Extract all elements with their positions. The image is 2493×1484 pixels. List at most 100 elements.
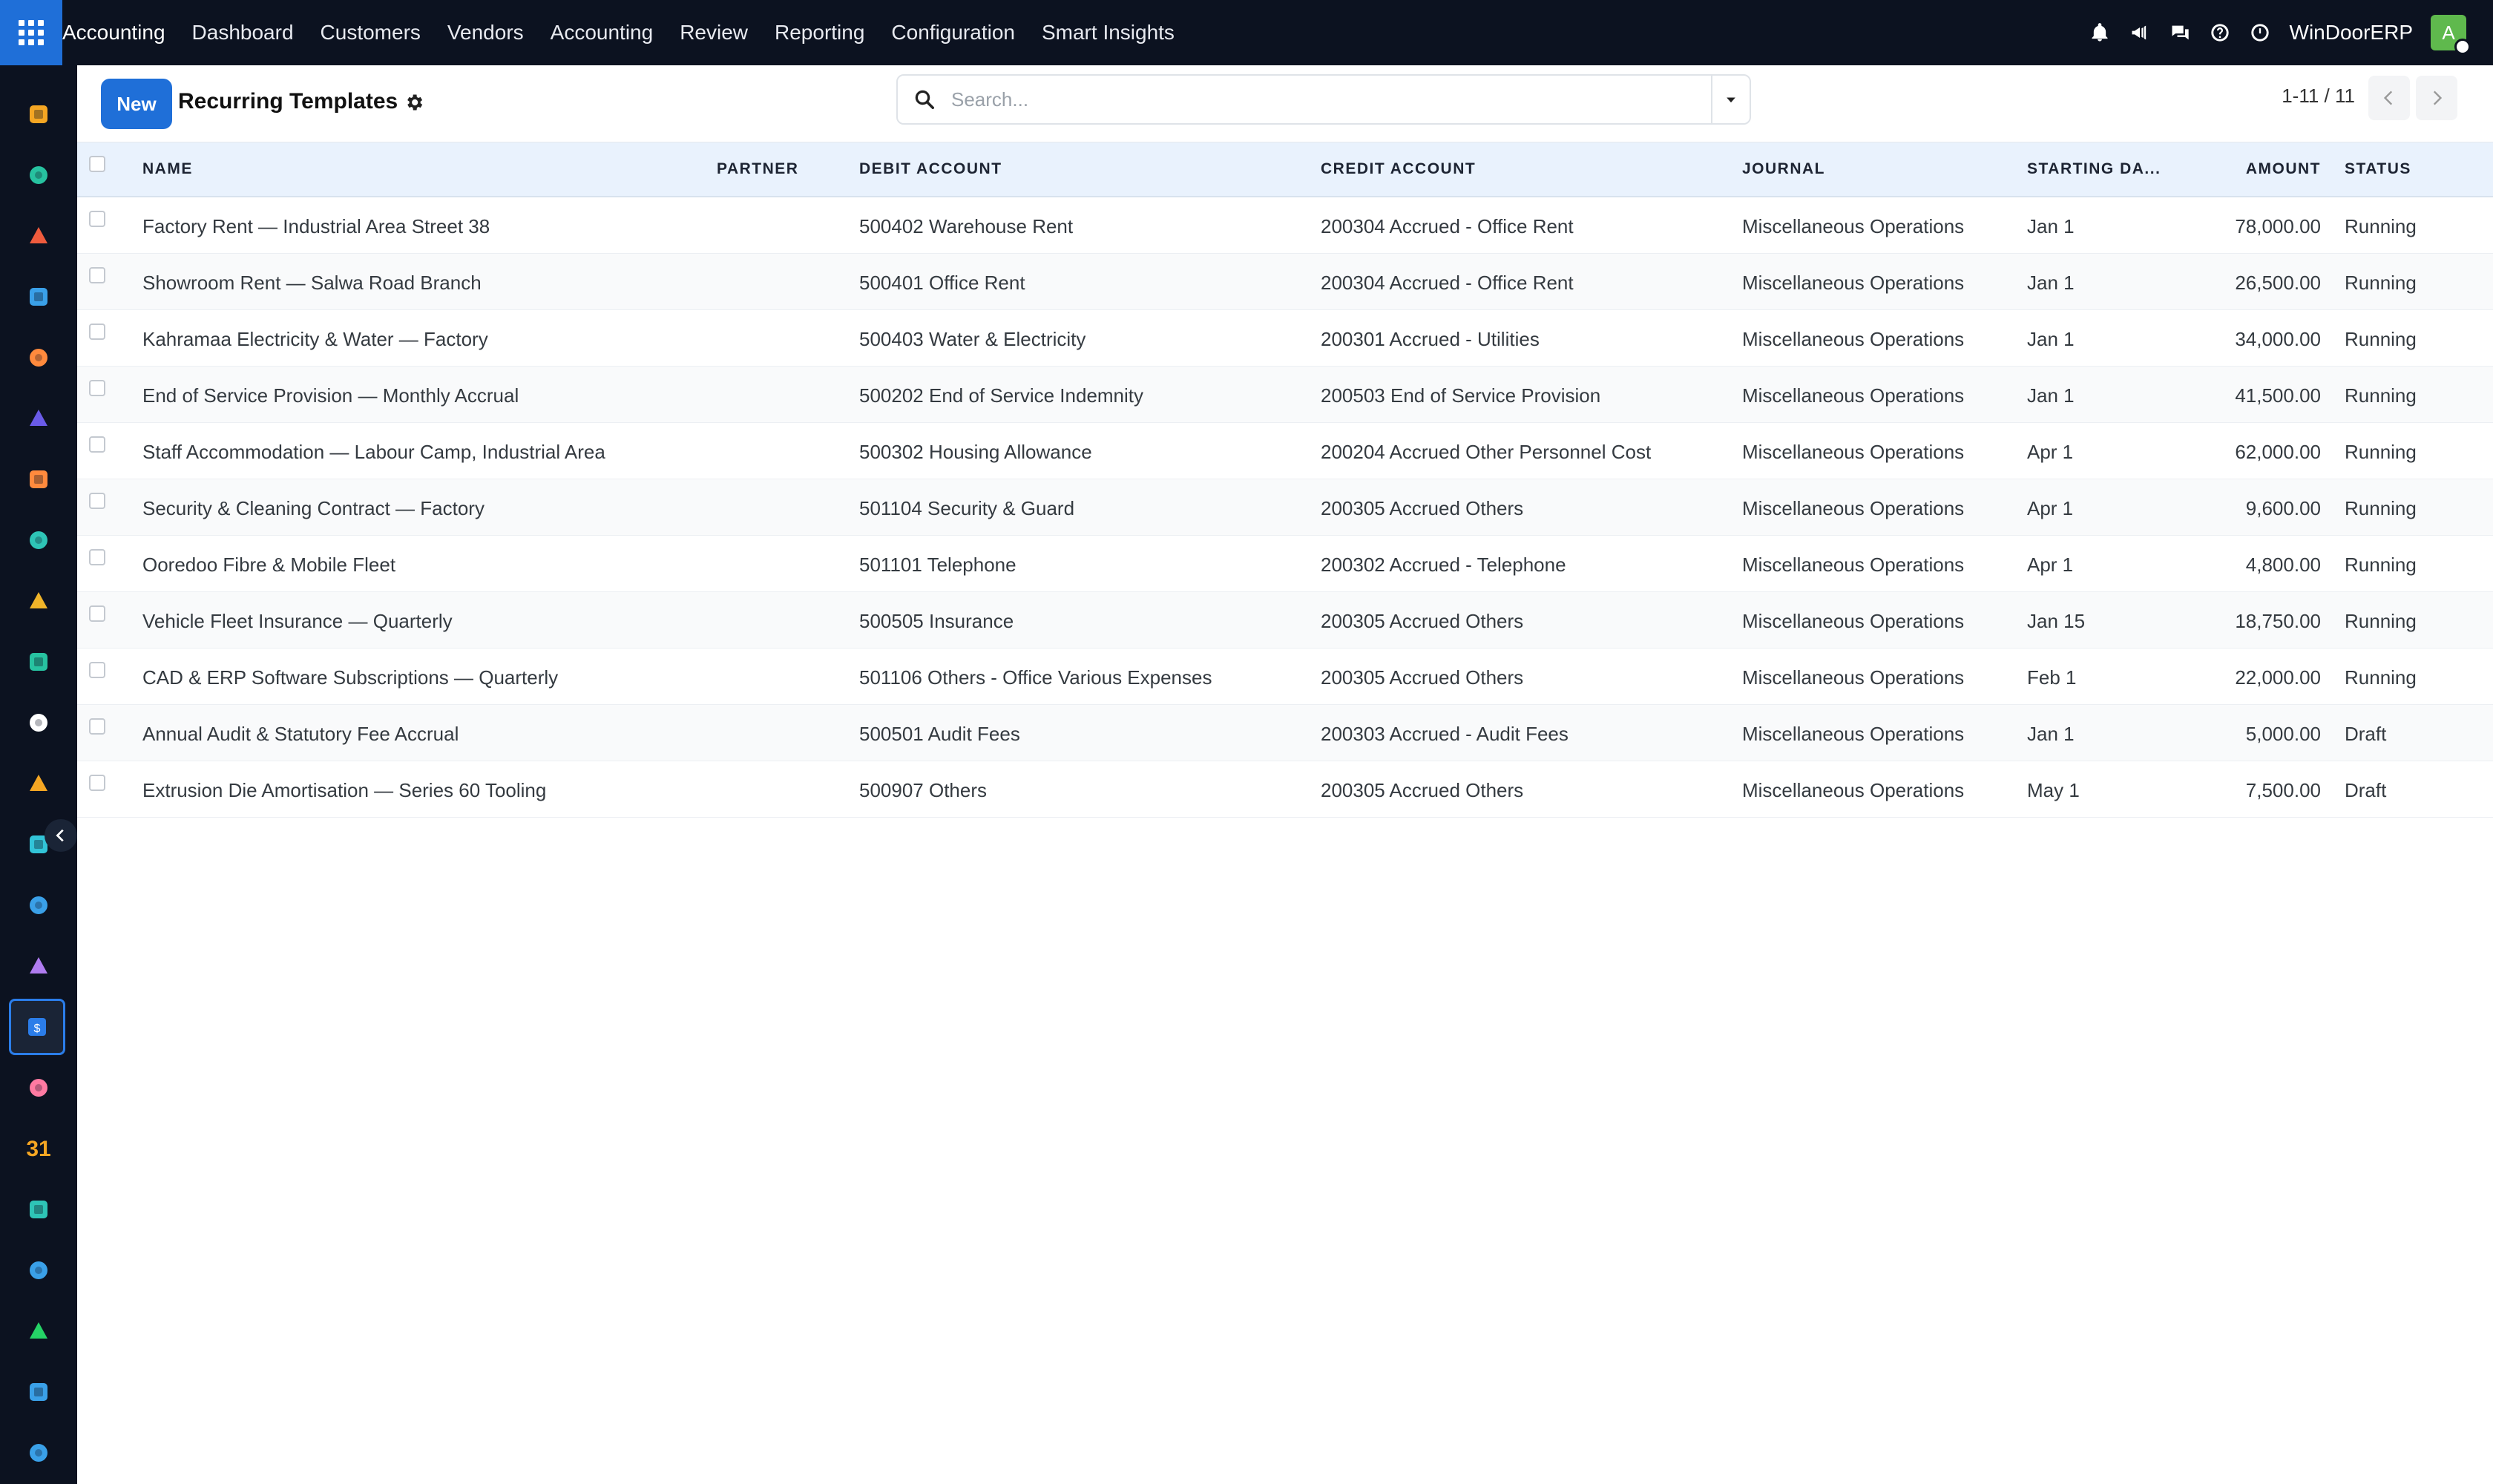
- megaphone-icon[interactable]: [2129, 22, 2150, 43]
- cell-credit: 200305 Accrued Others: [1321, 779, 1524, 801]
- calendar-icon[interactable]: 31: [19, 1129, 58, 1168]
- bar-icon[interactable]: [19, 582, 58, 620]
- pie-icon[interactable]: [19, 278, 58, 316]
- row-checkbox[interactable]: [89, 211, 105, 227]
- sync-icon[interactable]: [19, 1434, 58, 1472]
- cell-name: Vehicle Fleet Insurance — Quarterly: [142, 610, 453, 632]
- table-row[interactable]: Vehicle Fleet Insurance — Quarterly 50050…: [77, 592, 2493, 649]
- company-name[interactable]: WinDoorERP: [2290, 21, 2413, 45]
- col-starting-date[interactable]: Starting Da...: [2027, 160, 2161, 178]
- cell-amount: 26,500.00: [2235, 272, 2321, 294]
- cell-status: Running: [2345, 554, 2417, 576]
- cell-credit: 200305 Accrued Others: [1321, 610, 1524, 632]
- cell-credit: 200305 Accrued Others: [1321, 666, 1524, 689]
- menu-accounting[interactable]: Accounting: [551, 21, 654, 45]
- accounting-icon[interactable]: $: [9, 999, 65, 1055]
- table-row[interactable]: Annual Audit & Statutory Fee Accrual 5005…: [77, 705, 2493, 761]
- cell-status: Running: [2345, 215, 2417, 237]
- col-status[interactable]: Status: [2345, 160, 2411, 178]
- sidebar-collapse-button[interactable]: [45, 819, 77, 852]
- box-icon[interactable]: [19, 703, 58, 742]
- contacts-icon[interactable]: [19, 643, 58, 681]
- col-credit-account[interactable]: Credit Account: [1321, 160, 1476, 178]
- row-checkbox[interactable]: [89, 662, 105, 678]
- menu-customers[interactable]: Customers: [321, 21, 421, 45]
- table-row[interactable]: Showroom Rent — Salwa Road Branch 500401 …: [77, 254, 2493, 310]
- search-icon[interactable]: [898, 88, 951, 111]
- row-checkbox[interactable]: [89, 549, 105, 565]
- row-checkbox[interactable]: [89, 493, 105, 509]
- contacts-icon[interactable]: [19, 156, 58, 194]
- table-row[interactable]: Staff Accommodation — Labour Camp, Indus…: [77, 423, 2493, 479]
- menu-configuration[interactable]: Configuration: [891, 21, 1015, 45]
- clock-icon[interactable]: [19, 1373, 58, 1411]
- col-amount[interactable]: Amount: [2155, 160, 2321, 178]
- pager-value[interactable]: 1-11 / 11: [2282, 85, 2355, 108]
- bell-icon[interactable]: [2089, 22, 2110, 43]
- table-row[interactable]: Factory Rent — Industrial Area Street 38…: [77, 197, 2493, 254]
- menu-review[interactable]: Review: [680, 21, 748, 45]
- next-page-button[interactable]: [2416, 76, 2457, 120]
- cell-start: Apr 1: [2027, 554, 2074, 576]
- menu-smart-insights[interactable]: Smart Insights: [1042, 21, 1175, 45]
- avatar[interactable]: A: [2431, 15, 2471, 55]
- gear-icon[interactable]: [404, 92, 424, 113]
- mail-icon[interactable]: [19, 399, 58, 438]
- search-input[interactable]: [951, 88, 1711, 111]
- table-row[interactable]: Ooredoo Fibre & Mobile Fleet 501101 Telep…: [77, 536, 2493, 592]
- cell-journal: Miscellaneous Operations: [1742, 497, 1965, 519]
- chevron-left-icon: [56, 829, 64, 842]
- team-icon[interactable]: [19, 1068, 58, 1107]
- row-checkbox[interactable]: [89, 324, 105, 340]
- app-icon-1[interactable]: [19, 95, 58, 134]
- col-journal[interactable]: Journal: [1742, 160, 1825, 178]
- menu-reporting[interactable]: Reporting: [775, 21, 864, 45]
- cell-name: Annual Audit & Statutory Fee Accrual: [142, 723, 459, 745]
- cell-status: Running: [2345, 441, 2417, 463]
- whatsapp-icon[interactable]: [19, 1312, 58, 1350]
- table-row[interactable]: Extrusion Die Amortisation — Series 60 T…: [77, 761, 2493, 818]
- row-checkbox[interactable]: [89, 267, 105, 283]
- avatar-letter: A: [2442, 21, 2455, 44]
- new-button[interactable]: New: [101, 79, 172, 129]
- cell-credit: 200304 Accrued - Office Rent: [1321, 215, 1574, 237]
- app-brand[interactable]: Accounting: [62, 21, 165, 45]
- col-name[interactable]: Name: [142, 160, 193, 178]
- row-checkbox[interactable]: [89, 718, 105, 735]
- book-icon[interactable]: [19, 886, 58, 925]
- cell-debit: 500402 Warehouse Rent: [859, 215, 1074, 237]
- inventory-icon[interactable]: [19, 947, 58, 985]
- select-all-checkbox[interactable]: [89, 156, 105, 172]
- menu-vendors[interactable]: Vendors: [447, 21, 524, 45]
- chat-icon[interactable]: [19, 338, 58, 377]
- vendor-icon[interactable]: [19, 521, 58, 559]
- chevron-right-icon: [2433, 91, 2443, 105]
- cell-start: Jan 1: [2027, 328, 2075, 350]
- col-debit-account[interactable]: Debit Account: [859, 160, 1002, 178]
- row-checkbox[interactable]: [89, 436, 105, 453]
- app-sidebar: $31: [0, 65, 77, 1484]
- cell-debit: 500501 Audit Fees: [859, 723, 1020, 745]
- help-icon[interactable]: [2210, 22, 2230, 43]
- menu-dashboard[interactable]: Dashboard: [192, 21, 294, 45]
- col-partner[interactable]: Partner: [717, 160, 798, 178]
- search-options-toggle[interactable]: [1711, 76, 1750, 123]
- chart-icon[interactable]: [19, 217, 58, 255]
- chevron-left-icon: [2383, 91, 2393, 105]
- app-switcher-button[interactable]: [0, 0, 62, 65]
- app-icon-2[interactable]: [19, 764, 58, 803]
- row-checkbox[interactable]: [89, 605, 105, 622]
- chat-bubbles-icon[interactable]: [2170, 22, 2190, 43]
- table-row[interactable]: Kahramaa Electricity & Water — Factory 50…: [77, 310, 2493, 367]
- cell-name: Extrusion Die Amortisation — Series 60 T…: [142, 779, 547, 801]
- chat-icon[interactable]: [19, 460, 58, 499]
- clock-icon[interactable]: [2250, 22, 2270, 43]
- table-row[interactable]: Security & Cleaning Contract — Factory 50…: [77, 479, 2493, 536]
- previous-page-button[interactable]: [2368, 76, 2410, 120]
- dashboard-icon[interactable]: [19, 1251, 58, 1290]
- sign-icon[interactable]: [19, 1190, 58, 1229]
- row-checkbox[interactable]: [89, 775, 105, 791]
- row-checkbox[interactable]: [89, 380, 105, 396]
- table-row[interactable]: End of Service Provision — Monthly Accru…: [77, 367, 2493, 423]
- table-row[interactable]: CAD & ERP Software Subscriptions — Quart…: [77, 649, 2493, 705]
